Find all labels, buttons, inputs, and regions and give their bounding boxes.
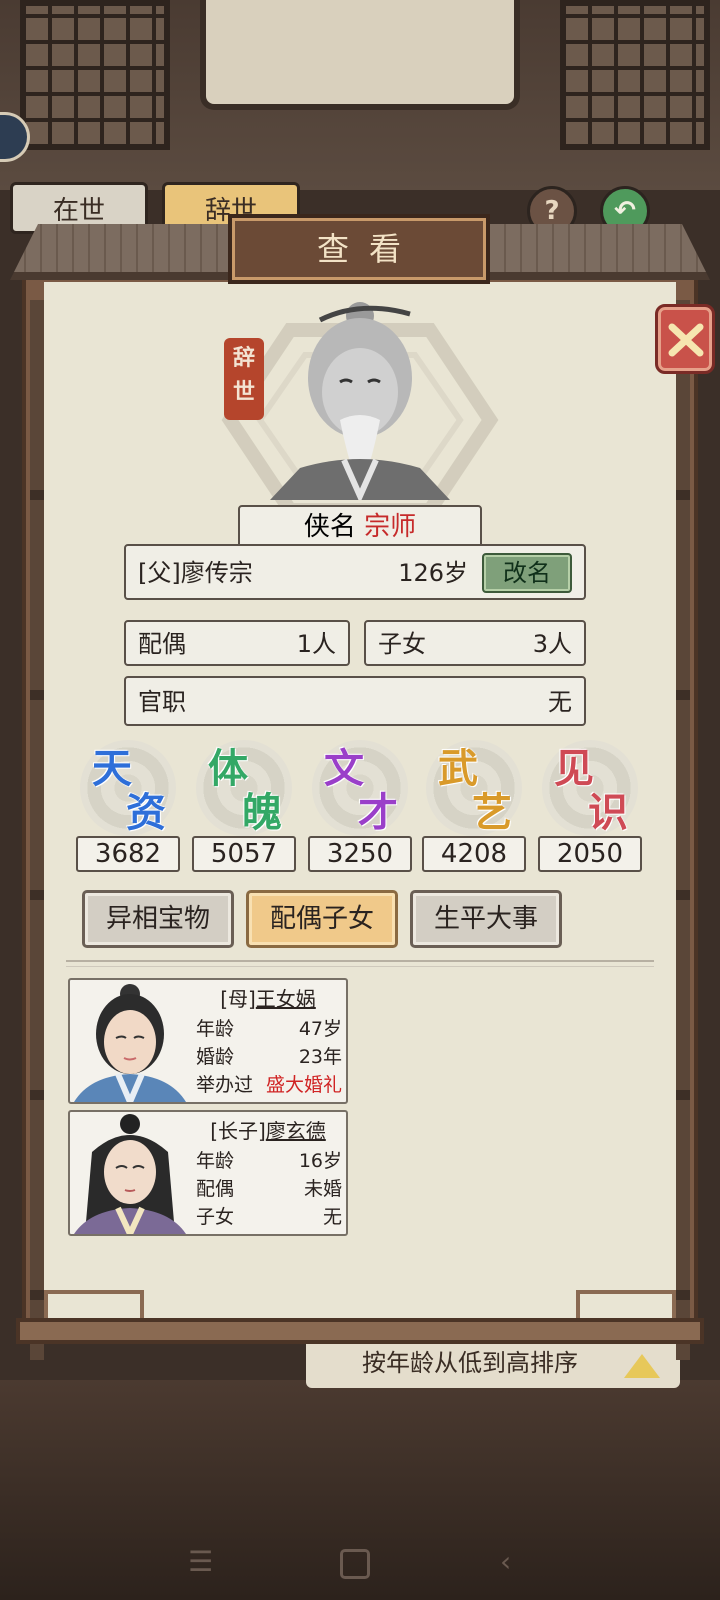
home-icon[interactable] bbox=[340, 1549, 370, 1579]
children-label: 子女 bbox=[378, 630, 426, 658]
children-count: 3人 bbox=[532, 630, 572, 658]
character-name: [父]廖传宗 bbox=[138, 559, 253, 587]
hero-title: 侠名 宗师 bbox=[238, 505, 482, 549]
stat-talent: 天 资 3682 bbox=[76, 740, 180, 872]
frame-pillar-left bbox=[30, 300, 44, 1360]
member-name[interactable]: 廖玄德 bbox=[266, 1119, 326, 1143]
stat-char: 资 bbox=[126, 790, 166, 836]
children-row: 子女 3人 bbox=[364, 620, 586, 666]
family-card-mother[interactable]: [母]王女娲 年龄 47岁 婚龄 23年 举办过 盛大婚礼 bbox=[68, 978, 348, 1104]
stat-literary: 文 才 3250 bbox=[308, 740, 412, 872]
window-lattice-left bbox=[20, 0, 170, 150]
modal-title: 查看 bbox=[228, 214, 490, 284]
seal-char-1: 辞 bbox=[232, 346, 255, 371]
tab-treasures[interactable]: 异相宝物 bbox=[82, 890, 234, 948]
info-key: 年龄 bbox=[196, 1018, 235, 1040]
relation-tag: [母] bbox=[220, 987, 256, 1011]
stat-char: 魄 bbox=[242, 790, 282, 836]
family-name: [母]王女娲 bbox=[190, 982, 346, 1016]
info-value: 未婚 bbox=[303, 1178, 342, 1200]
stat-value: 3682 bbox=[76, 836, 180, 872]
orchid-painting bbox=[200, 0, 520, 110]
section-divider bbox=[66, 960, 654, 967]
close-icon bbox=[668, 323, 704, 357]
info-value: 无 bbox=[322, 1206, 342, 1228]
status-seal: 辞 世 bbox=[224, 338, 264, 420]
info-value: 16岁 bbox=[298, 1150, 342, 1172]
stat-martial: 武 艺 4208 bbox=[422, 740, 526, 872]
system-nav-bar: ☰ ‹ bbox=[0, 1545, 720, 1585]
elder-portrait bbox=[270, 302, 450, 500]
rename-button[interactable]: 改名 bbox=[482, 553, 572, 593]
hero-title-label: 侠名 bbox=[303, 512, 356, 542]
info-key: 婚龄 bbox=[196, 1046, 235, 1068]
son-portrait bbox=[74, 1114, 186, 1234]
info-key: 年龄 bbox=[196, 1150, 235, 1172]
stat-value: 5057 bbox=[192, 836, 296, 872]
office-label: 官职 bbox=[138, 688, 186, 716]
close-button[interactable] bbox=[655, 304, 715, 374]
tab-life-events[interactable]: 生平大事 bbox=[410, 890, 562, 948]
sort-label: 按年龄从低到高排序 bbox=[362, 1349, 578, 1377]
info-value: 47岁 bbox=[298, 1018, 342, 1040]
family-name: [长子]廖玄德 bbox=[190, 1114, 346, 1148]
member-name[interactable]: 王女娲 bbox=[256, 987, 316, 1011]
stat-char: 识 bbox=[588, 790, 628, 836]
back-icon[interactable]: ‹ bbox=[500, 1545, 511, 1578]
stat-knowledge: 见 识 2050 bbox=[538, 740, 642, 872]
stat-value: 4208 bbox=[422, 836, 526, 872]
stat-char: 艺 bbox=[472, 790, 512, 836]
tab-family[interactable]: 配偶子女 bbox=[246, 890, 398, 948]
spouse-count: 1人 bbox=[296, 630, 336, 658]
stat-char: 才 bbox=[358, 790, 398, 836]
relation-tag: [长子] bbox=[210, 1119, 266, 1143]
family-card-son[interactable]: [长子]廖玄德 年龄 16岁 配偶 未婚 子女 无 bbox=[68, 1110, 348, 1236]
info-key: 举办过 bbox=[196, 1074, 254, 1096]
info-key: 配偶 bbox=[196, 1178, 235, 1200]
stat-value: 3250 bbox=[308, 836, 412, 872]
info-key: 子女 bbox=[196, 1206, 235, 1228]
stat-value: 2050 bbox=[538, 836, 642, 872]
info-value: 盛大婚礼 bbox=[265, 1074, 342, 1096]
character-age: 126岁 bbox=[398, 559, 468, 587]
name-row: [父]廖传宗 126岁 改名 bbox=[124, 544, 586, 600]
spouse-row: 配偶 1人 bbox=[124, 620, 350, 666]
window-lattice-right bbox=[560, 0, 710, 150]
seal-char-2: 世 bbox=[232, 380, 255, 405]
office-value: 无 bbox=[548, 688, 572, 716]
frame-pillar-right bbox=[676, 300, 690, 1360]
office-row: 官职 无 bbox=[124, 676, 586, 726]
mother-portrait bbox=[74, 984, 186, 1102]
modal-frame-bottom bbox=[16, 1318, 704, 1344]
stat-physique: 体 魄 5057 bbox=[192, 740, 296, 872]
hero-title-value: 宗师 bbox=[364, 512, 417, 542]
menu-icon[interactable]: ☰ bbox=[188, 1545, 213, 1578]
spouse-label: 配偶 bbox=[138, 630, 186, 658]
sort-triangle-icon bbox=[624, 1354, 660, 1378]
info-value: 23年 bbox=[298, 1046, 342, 1068]
